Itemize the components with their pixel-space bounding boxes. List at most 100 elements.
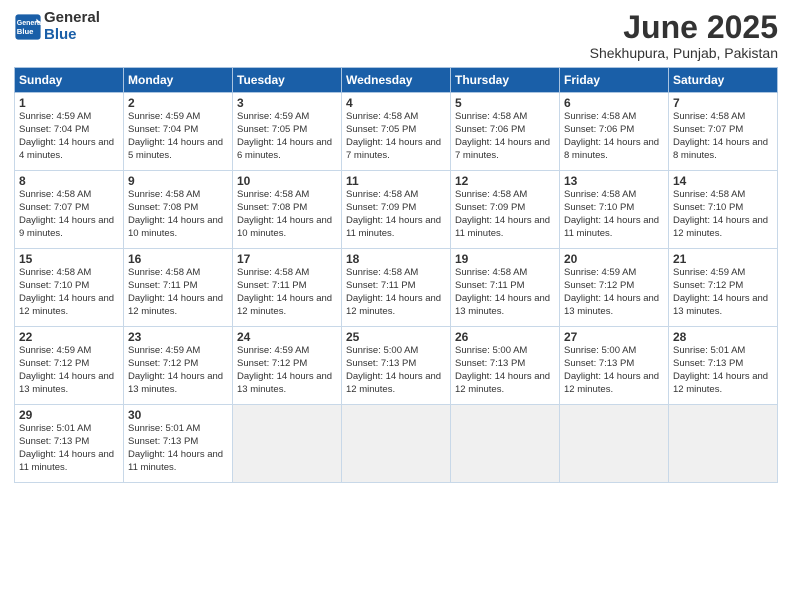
calendar-cell: 1 Sunrise: 4:59 AMSunset: 7:04 PMDayligh… — [15, 93, 124, 171]
calendar-cell: 11 Sunrise: 4:58 AMSunset: 7:09 PMDaylig… — [342, 171, 451, 249]
header-sunday: Sunday — [15, 68, 124, 93]
day-info: Sunrise: 4:58 AMSunset: 7:10 PMDaylight:… — [673, 189, 773, 240]
day-number: 9 — [128, 174, 228, 188]
calendar-cell — [669, 405, 778, 483]
day-info: Sunrise: 4:58 AMSunset: 7:11 PMDaylight:… — [346, 267, 446, 318]
day-number: 2 — [128, 96, 228, 110]
day-info: Sunrise: 4:58 AMSunset: 7:08 PMDaylight:… — [237, 189, 337, 240]
calendar-cell: 24 Sunrise: 4:59 AMSunset: 7:12 PMDaylig… — [233, 327, 342, 405]
header-thursday: Thursday — [451, 68, 560, 93]
day-info: Sunrise: 4:59 AMSunset: 7:04 PMDaylight:… — [128, 111, 228, 162]
day-info: Sunrise: 4:58 AMSunset: 7:11 PMDaylight:… — [237, 267, 337, 318]
month-title: June 2025 — [590, 10, 778, 45]
day-number: 12 — [455, 174, 555, 188]
calendar-table: Sunday Monday Tuesday Wednesday Thursday… — [14, 67, 778, 483]
day-info: Sunrise: 4:59 AMSunset: 7:12 PMDaylight:… — [19, 345, 119, 396]
logo-general-text: General — [44, 9, 100, 26]
calendar-cell: 7 Sunrise: 4:58 AMSunset: 7:07 PMDayligh… — [669, 93, 778, 171]
calendar-cell — [560, 405, 669, 483]
day-info: Sunrise: 4:58 AMSunset: 7:05 PMDaylight:… — [346, 111, 446, 162]
calendar-cell: 25 Sunrise: 5:00 AMSunset: 7:13 PMDaylig… — [342, 327, 451, 405]
header-tuesday: Tuesday — [233, 68, 342, 93]
week-row-2: 8 Sunrise: 4:58 AMSunset: 7:07 PMDayligh… — [15, 171, 778, 249]
logo: General Blue General Blue — [14, 10, 100, 43]
day-info: Sunrise: 4:58 AMSunset: 7:06 PMDaylight:… — [455, 111, 555, 162]
calendar-cell: 18 Sunrise: 4:58 AMSunset: 7:11 PMDaylig… — [342, 249, 451, 327]
day-info: Sunrise: 5:01 AMSunset: 7:13 PMDaylight:… — [673, 345, 773, 396]
day-number: 24 — [237, 330, 337, 344]
day-info: Sunrise: 5:01 AMSunset: 7:13 PMDaylight:… — [128, 423, 228, 474]
day-info: Sunrise: 4:58 AMSunset: 7:08 PMDaylight:… — [128, 189, 228, 240]
day-info: Sunrise: 4:59 AMSunset: 7:04 PMDaylight:… — [19, 111, 119, 162]
calendar-cell: 28 Sunrise: 5:01 AMSunset: 7:13 PMDaylig… — [669, 327, 778, 405]
day-info: Sunrise: 5:00 AMSunset: 7:13 PMDaylight:… — [564, 345, 664, 396]
calendar-cell: 16 Sunrise: 4:58 AMSunset: 7:11 PMDaylig… — [124, 249, 233, 327]
day-number: 18 — [346, 252, 446, 266]
day-number: 15 — [19, 252, 119, 266]
day-number: 19 — [455, 252, 555, 266]
svg-text:Blue: Blue — [17, 27, 34, 36]
day-number: 8 — [19, 174, 119, 188]
calendar-cell: 26 Sunrise: 5:00 AMSunset: 7:13 PMDaylig… — [451, 327, 560, 405]
day-number: 28 — [673, 330, 773, 344]
day-number: 23 — [128, 330, 228, 344]
calendar-cell: 17 Sunrise: 4:58 AMSunset: 7:11 PMDaylig… — [233, 249, 342, 327]
calendar-cell: 13 Sunrise: 4:58 AMSunset: 7:10 PMDaylig… — [560, 171, 669, 249]
day-number: 1 — [19, 96, 119, 110]
calendar-cell: 29 Sunrise: 5:01 AMSunset: 7:13 PMDaylig… — [15, 405, 124, 483]
header-saturday: Saturday — [669, 68, 778, 93]
day-info: Sunrise: 4:58 AMSunset: 7:07 PMDaylight:… — [19, 189, 119, 240]
day-number: 6 — [564, 96, 664, 110]
day-info: Sunrise: 4:59 AMSunset: 7:12 PMDaylight:… — [237, 345, 337, 396]
calendar-cell: 23 Sunrise: 4:59 AMSunset: 7:12 PMDaylig… — [124, 327, 233, 405]
header-monday: Monday — [124, 68, 233, 93]
calendar-cell: 15 Sunrise: 4:58 AMSunset: 7:10 PMDaylig… — [15, 249, 124, 327]
day-number: 30 — [128, 408, 228, 422]
calendar-cell — [342, 405, 451, 483]
day-info: Sunrise: 4:58 AMSunset: 7:07 PMDaylight:… — [673, 111, 773, 162]
calendar-cell: 2 Sunrise: 4:59 AMSunset: 7:04 PMDayligh… — [124, 93, 233, 171]
day-info: Sunrise: 5:01 AMSunset: 7:13 PMDaylight:… — [19, 423, 119, 474]
calendar-cell: 8 Sunrise: 4:58 AMSunset: 7:07 PMDayligh… — [15, 171, 124, 249]
week-row-3: 15 Sunrise: 4:58 AMSunset: 7:10 PMDaylig… — [15, 249, 778, 327]
day-number: 3 — [237, 96, 337, 110]
logo-blue-text: Blue — [44, 26, 77, 43]
week-row-1: 1 Sunrise: 4:59 AMSunset: 7:04 PMDayligh… — [15, 93, 778, 171]
calendar-cell: 4 Sunrise: 4:58 AMSunset: 7:05 PMDayligh… — [342, 93, 451, 171]
day-info: Sunrise: 4:59 AMSunset: 7:05 PMDaylight:… — [237, 111, 337, 162]
calendar-cell: 20 Sunrise: 4:59 AMSunset: 7:12 PMDaylig… — [560, 249, 669, 327]
day-number: 26 — [455, 330, 555, 344]
day-info: Sunrise: 5:00 AMSunset: 7:13 PMDaylight:… — [455, 345, 555, 396]
day-info: Sunrise: 4:59 AMSunset: 7:12 PMDaylight:… — [128, 345, 228, 396]
header-friday: Friday — [560, 68, 669, 93]
main-container: General Blue General Blue June 2025 Shek… — [0, 0, 792, 493]
calendar-cell: 14 Sunrise: 4:58 AMSunset: 7:10 PMDaylig… — [669, 171, 778, 249]
day-number: 17 — [237, 252, 337, 266]
day-number: 10 — [237, 174, 337, 188]
day-info: Sunrise: 4:58 AMSunset: 7:11 PMDaylight:… — [455, 267, 555, 318]
day-number: 21 — [673, 252, 773, 266]
day-number: 22 — [19, 330, 119, 344]
calendar-cell: 30 Sunrise: 5:01 AMSunset: 7:13 PMDaylig… — [124, 405, 233, 483]
location-title: Shekhupura, Punjab, Pakistan — [590, 45, 778, 61]
calendar-cell: 10 Sunrise: 4:58 AMSunset: 7:08 PMDaylig… — [233, 171, 342, 249]
day-info: Sunrise: 4:58 AMSunset: 7:09 PMDaylight:… — [455, 189, 555, 240]
day-number: 11 — [346, 174, 446, 188]
calendar-cell — [233, 405, 342, 483]
day-info: Sunrise: 4:58 AMSunset: 7:06 PMDaylight:… — [564, 111, 664, 162]
calendar-cell: 19 Sunrise: 4:58 AMSunset: 7:11 PMDaylig… — [451, 249, 560, 327]
calendar-cell: 6 Sunrise: 4:58 AMSunset: 7:06 PMDayligh… — [560, 93, 669, 171]
day-number: 13 — [564, 174, 664, 188]
calendar-cell: 12 Sunrise: 4:58 AMSunset: 7:09 PMDaylig… — [451, 171, 560, 249]
day-info: Sunrise: 4:58 AMSunset: 7:11 PMDaylight:… — [128, 267, 228, 318]
day-number: 4 — [346, 96, 446, 110]
calendar-cell: 9 Sunrise: 4:58 AMSunset: 7:08 PMDayligh… — [124, 171, 233, 249]
day-number: 5 — [455, 96, 555, 110]
day-info: Sunrise: 4:59 AMSunset: 7:12 PMDaylight:… — [673, 267, 773, 318]
day-number: 20 — [564, 252, 664, 266]
day-number: 16 — [128, 252, 228, 266]
calendar-cell — [451, 405, 560, 483]
day-number: 27 — [564, 330, 664, 344]
calendar-cell: 21 Sunrise: 4:59 AMSunset: 7:12 PMDaylig… — [669, 249, 778, 327]
header-wednesday: Wednesday — [342, 68, 451, 93]
